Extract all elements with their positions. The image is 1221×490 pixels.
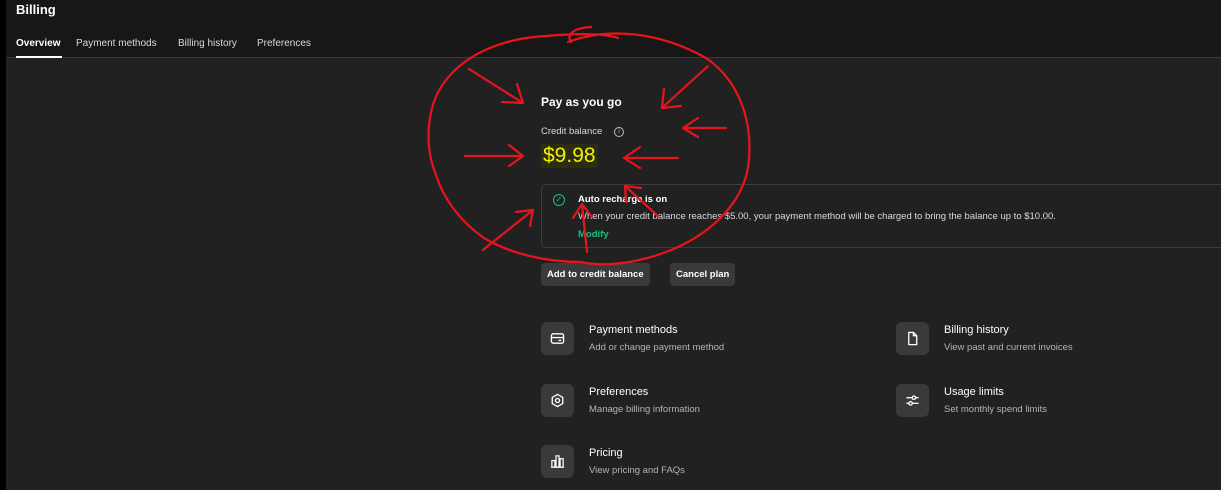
arrow-top-right xyxy=(660,64,710,110)
card-billing-history[interactable]: Billing history View past and current in… xyxy=(896,322,1156,358)
plan-title: Pay as you go xyxy=(541,95,622,109)
tab-overview[interactable]: Overview xyxy=(16,38,60,49)
card-title: Billing history xyxy=(944,324,1009,336)
auto-recharge-panel: ✓ Auto recharge is on When your credit b… xyxy=(541,184,1221,248)
sliders-icon xyxy=(896,384,929,417)
info-icon[interactable]: i xyxy=(614,127,624,137)
credit-balance-value: $9.98 xyxy=(541,144,598,168)
card-payment-methods[interactable]: Payment methods Add or change payment me… xyxy=(541,322,801,358)
modify-link[interactable]: Modify xyxy=(578,229,609,240)
pricing-chart-icon xyxy=(541,445,574,478)
card-subtitle: View pricing and FAQs xyxy=(589,465,685,476)
card-pricing[interactable]: Pricing View pricing and FAQs xyxy=(541,445,801,481)
card-subtitle: Set monthly spend limits xyxy=(944,404,1047,415)
card-title: Pricing xyxy=(589,447,623,459)
auto-recharge-title: Auto recharge is on xyxy=(578,194,668,205)
arrow-bottom-left xyxy=(481,208,535,252)
tab-billing-history[interactable]: Billing history xyxy=(178,38,237,49)
card-title: Payment methods xyxy=(589,324,678,336)
tab-preferences[interactable]: Preferences xyxy=(257,38,311,49)
card-title: Preferences xyxy=(589,386,649,398)
add-to-credit-balance-button[interactable]: Add to credit balance xyxy=(541,263,650,286)
credit-balance-label: Credit balance xyxy=(541,126,603,137)
card-subtitle: Add or change payment method xyxy=(589,342,725,353)
page-title: Billing xyxy=(16,2,56,17)
title-bar: Billing xyxy=(6,0,1221,24)
tab-payment-methods[interactable]: Payment methods xyxy=(76,38,157,49)
card-title: Usage limits xyxy=(944,386,1004,398)
auto-recharge-description: When your credit balance reaches $5.00, … xyxy=(578,211,1056,222)
arrow-top-left xyxy=(467,67,525,105)
card-usage-limits[interactable]: Usage limits Set monthly spend limits xyxy=(896,384,1156,420)
document-icon xyxy=(896,322,929,355)
billing-page: Billing Overview Payment methods Billing… xyxy=(0,0,1221,490)
active-tab-indicator xyxy=(16,56,62,58)
check-circle-icon: ✓ xyxy=(553,194,565,206)
card-preferences[interactable]: Preferences Manage billing information xyxy=(541,384,801,420)
credit-card-icon xyxy=(541,322,574,355)
cancel-plan-button[interactable]: Cancel plan xyxy=(670,263,736,286)
tab-bar: Overview Payment methods Billing history… xyxy=(6,24,1221,58)
card-subtitle: View past and current invoices xyxy=(944,342,1073,353)
card-subtitle: Manage billing information xyxy=(589,404,700,415)
gear-icon xyxy=(541,384,574,417)
